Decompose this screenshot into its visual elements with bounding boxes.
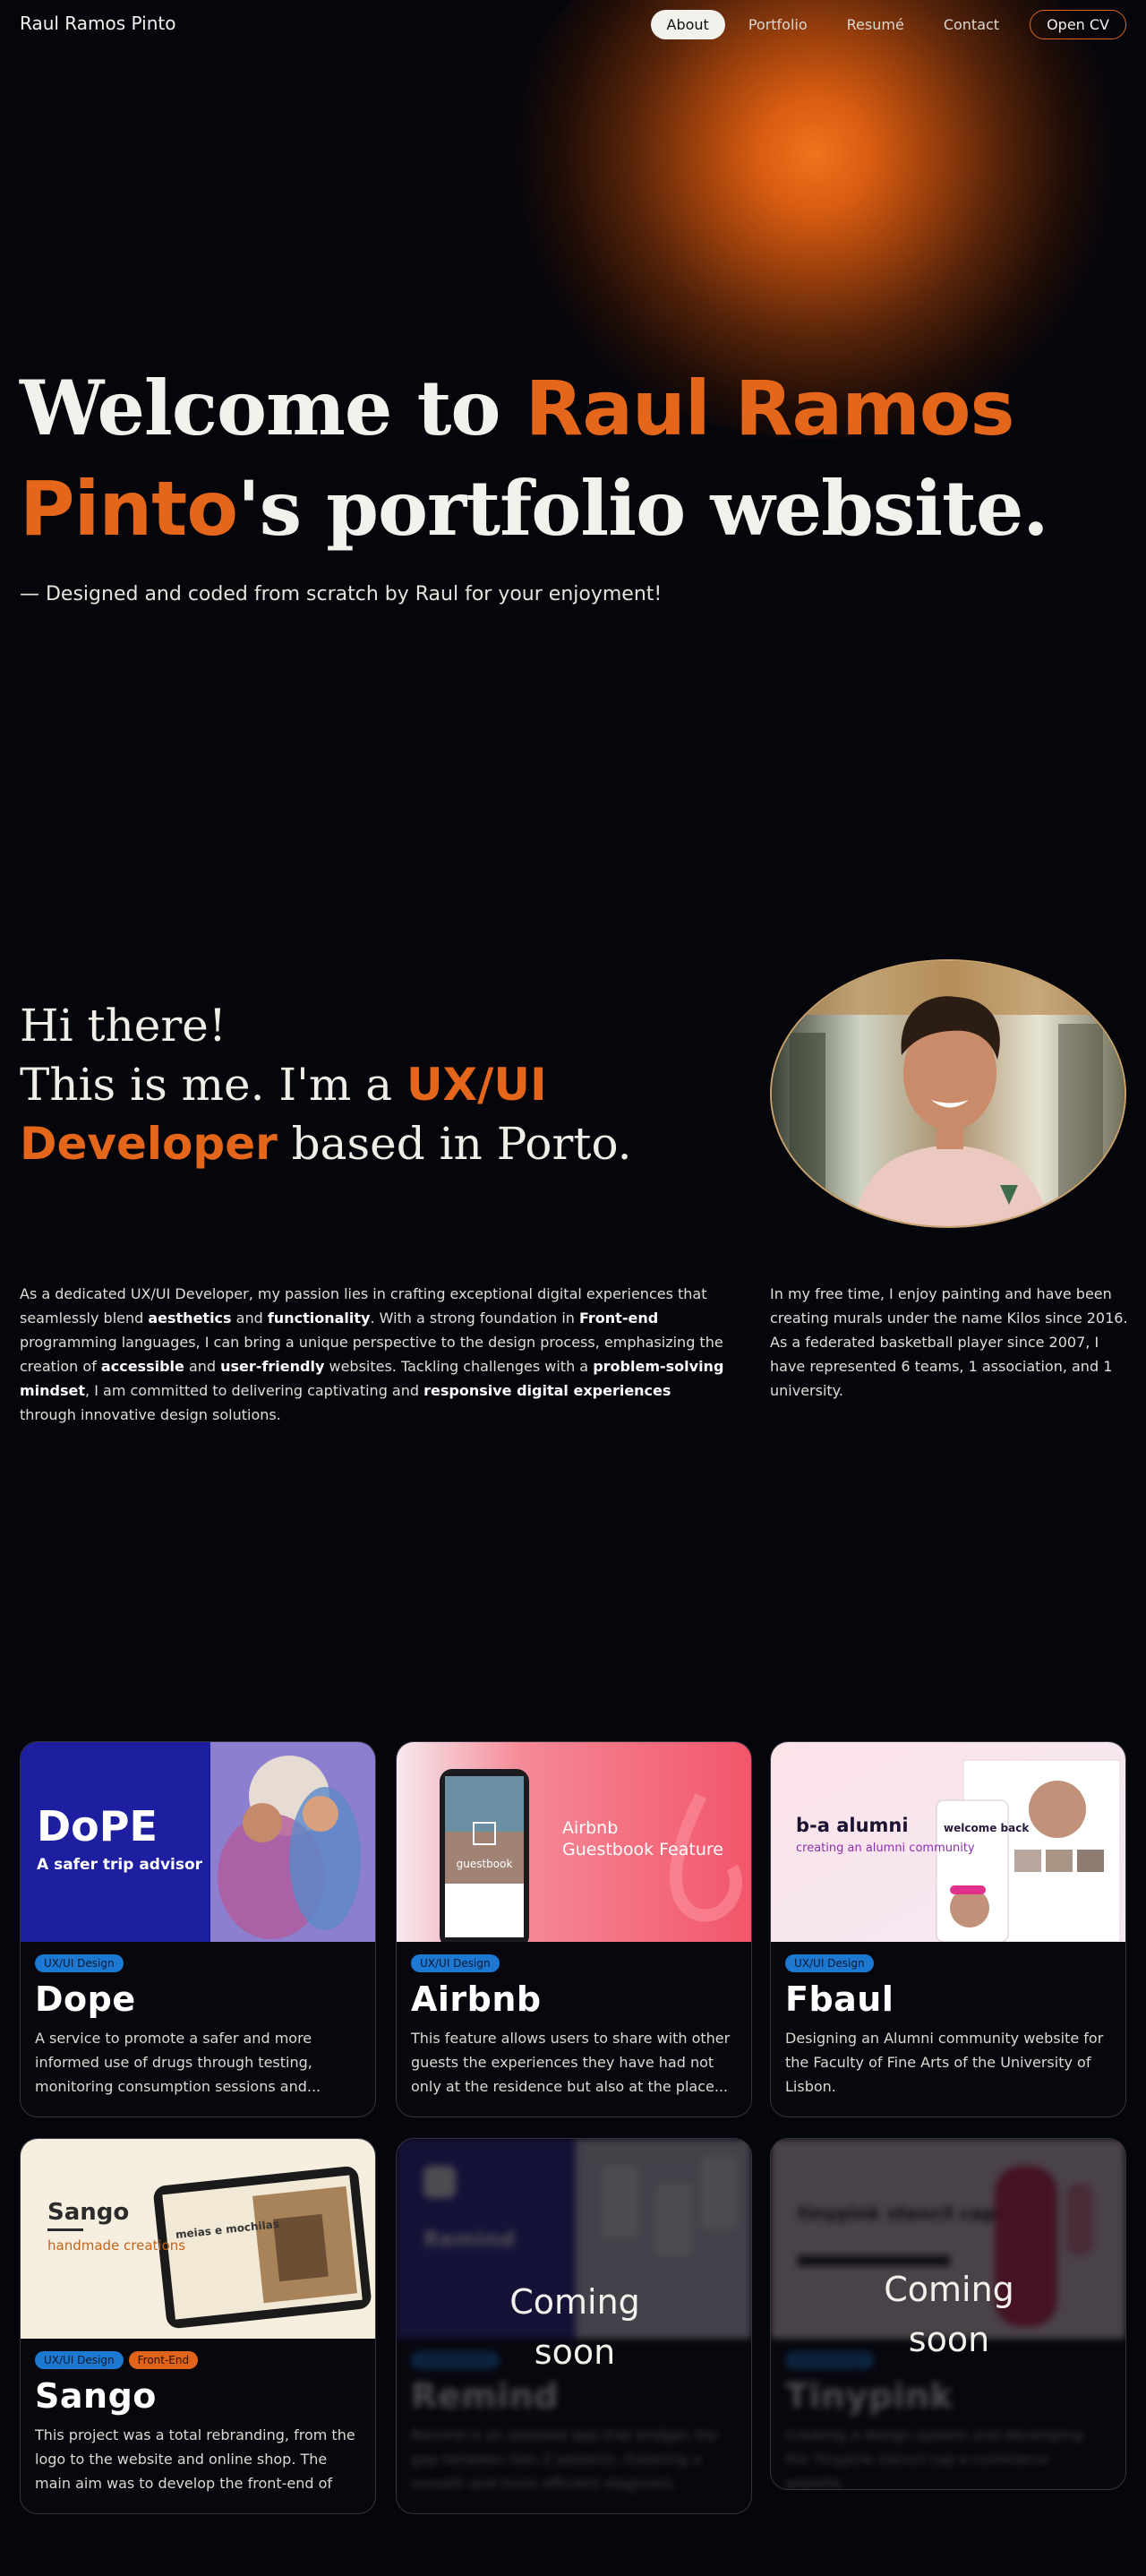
project-description: Remind is an assisted app that bridges t…	[411, 2426, 718, 2492]
coming-soon-label: Coming soon	[884, 2270, 1014, 2359]
project-card-sango[interactable]: meias e mochilas Sango handmade creation…	[20, 2138, 376, 2514]
dope-thumb-subtitle: A safer trip advisor	[37, 1856, 203, 1874]
fbaul-thumb-subtitle: creating an alumni community	[796, 1842, 975, 1855]
project-thumbnail: guestbook Airbnb Guestbook Feature	[397, 1742, 751, 1942]
project-title: Remind	[411, 2376, 559, 2416]
sango-thumb-title: Sango	[47, 2199, 129, 2226]
project-thumbnail: b-a alumni creating an alumni community …	[771, 1742, 1125, 1942]
project-title: Dope	[35, 1979, 136, 2019]
remind-thumb-title: Remind	[423, 2227, 515, 2252]
about-keyword: accessible	[100, 1358, 184, 1375]
intro-text: This is me. I'm a	[20, 1059, 406, 1111]
intro-heading: Hi there! This is me. I'm a UX/UI Develo…	[20, 996, 632, 1173]
open-cv-button[interactable]: Open CV	[1030, 10, 1126, 39]
airbnb-phone-text: guestbook	[457, 1858, 513, 1870]
about-keyword: responsive digital experiences	[423, 1382, 671, 1399]
intro-text: based in Porto.	[277, 1118, 632, 1170]
project-thumbnail: meias e mochilas Sango handmade creation…	[21, 2139, 375, 2339]
nav-contact[interactable]: Contact	[928, 10, 1015, 39]
project-card-tinypink: tinypink stencil cap UX/UI Design Tinypi…	[770, 2138, 1126, 2490]
fbaul-welcome-text: welcome back	[944, 1822, 1030, 1834]
portrait-photo	[770, 959, 1126, 1228]
about-text: websites. Tackling challenges with a	[324, 1358, 594, 1375]
project-card-fbaul[interactable]: b-a alumni creating an alumni community …	[770, 1741, 1126, 2117]
hero-name-highlight: Raul Ramos	[525, 365, 1015, 452]
about-keyword: functionality	[267, 1309, 371, 1327]
about-keyword: user-friendly	[220, 1358, 325, 1375]
project-description: A service to promote a safer and more in…	[35, 2030, 321, 2095]
about-text: and	[231, 1309, 268, 1327]
about-text: , I am committed to delivering captivati…	[85, 1382, 424, 1399]
project-description: Designing an Alumni community website fo…	[785, 2030, 1104, 2095]
nav-about[interactable]: About	[650, 10, 725, 39]
project-title: Sango	[35, 2376, 157, 2416]
tag-ux-ui: UX/UI Design	[35, 2351, 124, 2369]
main-nav: About Portfolio Resumé Contact Open CV	[650, 10, 1126, 39]
airbnb-thumb-title: Airbnb	[562, 1818, 618, 1838]
fbaul-thumb-title: b-a alumni	[796, 1815, 909, 1836]
project-card-dope[interactable]: DoPE A safer trip advisor UX/UI Design D…	[20, 1741, 376, 2117]
project-description: This feature allows users to share with …	[411, 2030, 731, 2095]
about-text: . With a strong foundation in	[370, 1309, 579, 1327]
project-title: Airbnb	[411, 1979, 542, 2019]
tag-ux-ui: UX/UI Design	[411, 1954, 500, 1972]
project-thumbnail: DoPE A safer trip advisor	[21, 1742, 375, 1942]
tinypink-thumb-title: tinypink stencil cap	[798, 2202, 996, 2224]
about-keyword: aesthetics	[148, 1309, 232, 1327]
about-hobbies: In my free time, I enjoy painting and ha…	[770, 1285, 1128, 1399]
airbnb-thumb-subtitle: Guestbook Feature	[562, 1840, 723, 1859]
intro-role-highlight: UX/UI	[406, 1059, 547, 1111]
coming-soon-label: Coming soon	[509, 2282, 640, 2372]
tag-ux-ui: UX/UI Design	[35, 1954, 124, 1972]
project-title: Tinypink	[785, 2376, 954, 2416]
intro-greeting: Hi there!	[20, 1000, 227, 1052]
project-title: Fbaul	[785, 1979, 894, 2019]
about-text: through innovative design solutions.	[20, 1406, 281, 1423]
project-description: This project was a total rebranding, fro…	[35, 2426, 355, 2492]
about-text: and	[184, 1358, 221, 1375]
tag-front-end: Front-End	[128, 2351, 199, 2369]
site-brand[interactable]: Raul Ramos Pinto	[20, 13, 175, 34]
sango-thumb-subtitle: handmade creations	[47, 2237, 185, 2254]
project-card-airbnb[interactable]: guestbook Airbnb Guestbook Feature UX/UI…	[396, 1741, 752, 2117]
project-description: Creating a design system and developing …	[785, 2426, 1083, 2490]
hero-text: Welcome to	[20, 364, 526, 452]
about-description: As a dedicated UX/UI Developer, my passi…	[20, 1282, 727, 1427]
intro-role-highlight: Developer	[20, 1118, 278, 1170]
hero-text: 's portfolio website.	[237, 464, 1049, 553]
nav-portfolio[interactable]: Portfolio	[732, 10, 824, 39]
project-card-remind: Remind UX/UI Design Remind Remind is an …	[396, 2138, 752, 2514]
hero-name-highlight: Pinto	[20, 465, 238, 553]
tag-ux-ui: UX/UI Design	[785, 1954, 874, 1972]
nav-resume[interactable]: Resumé	[831, 10, 920, 39]
about-keyword: Front-end	[579, 1309, 659, 1327]
dope-logo-text: DoPE	[37, 1802, 158, 1850]
hero-heading: Welcome to Raul Ramos Pinto's portfolio …	[20, 358, 1094, 559]
hero-tagline: — Designed and coded from scratch by Rau…	[20, 583, 663, 605]
